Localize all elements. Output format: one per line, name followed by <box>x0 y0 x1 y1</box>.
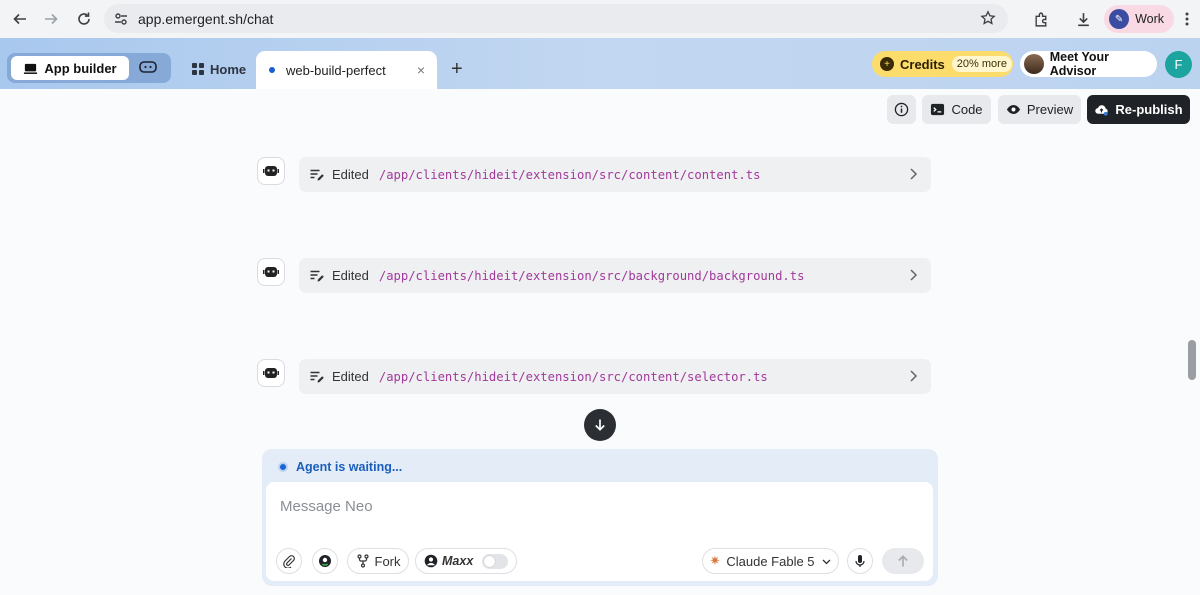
app-builder-toggle[interactable]: App builder <box>11 56 129 80</box>
maxx-label: Maxx <box>442 554 474 568</box>
edit-label: Edited <box>332 369 369 384</box>
laptop-icon <box>24 63 38 74</box>
edit-file-path: /app/clients/hideit/extension/src/conten… <box>378 369 768 384</box>
message-input[interactable] <box>280 494 910 518</box>
arrow-up-icon <box>898 555 908 567</box>
credits-button[interactable]: + Credits 20% more <box>872 51 1013 77</box>
model-label: Claude Fable 5 <box>726 553 815 569</box>
scroll-to-bottom-button[interactable] <box>584 409 616 441</box>
extensions-icon[interactable] <box>1026 4 1056 34</box>
republish-button-label: Re-publish <box>1115 102 1183 117</box>
chevron-down-icon <box>822 559 830 564</box>
advisor-avatar <box>1024 54 1044 74</box>
edit-entry[interactable]: Edited /app/clients/hideit/extension/src… <box>299 157 931 192</box>
fork-icon <box>356 554 369 568</box>
edit-entry[interactable]: Edited /app/clients/hideit/extension/src… <box>299 359 931 394</box>
edit-label: Edited <box>332 167 369 182</box>
message-composer: Agent is waiting... Fork Maxx ✷ Claude F… <box>262 449 938 586</box>
page-scrollbar[interactable] <box>1188 340 1196 380</box>
republish-button[interactable]: Re-publish <box>1087 95 1190 124</box>
browser-actions: ✎ Work <box>1014 0 1200 38</box>
model-selector[interactable]: ✷ Claude Fable 5 <box>702 548 839 574</box>
agent-avatar <box>257 258 285 286</box>
maxx-toggle[interactable]: Maxx <box>415 548 517 574</box>
edit-file-icon <box>309 167 325 183</box>
coin-icon: + <box>880 57 894 71</box>
download-icon[interactable] <box>1068 4 1098 34</box>
code-button[interactable]: Code <box>922 95 991 124</box>
chat-mode-toggle[interactable] <box>137 59 159 77</box>
github-button[interactable] <box>312 548 338 574</box>
edit-entry[interactable]: Edited /app/clients/hideit/extension/src… <box>299 258 931 293</box>
site-settings-icon[interactable] <box>113 11 129 27</box>
fork-label: Fork <box>374 553 401 569</box>
preview-button[interactable]: Preview <box>998 95 1081 124</box>
status-dot <box>278 462 288 472</box>
home-tab[interactable]: Home <box>191 59 246 79</box>
back-arrow-icon[interactable] <box>5 4 35 34</box>
fork-button[interactable]: Fork <box>347 548 409 574</box>
more-vertical-icon[interactable] <box>1174 4 1200 34</box>
mode-switch: App builder <box>7 53 171 83</box>
chevron-right-icon <box>907 167 919 181</box>
profile-avatar-icon: ✎ <box>1109 9 1130 29</box>
home-tab-label: Home <box>210 61 247 77</box>
app-builder-label: App builder <box>44 60 117 76</box>
advisor-label: Meet Your Advisor <box>1049 50 1109 78</box>
sparkle-icon: ✷ <box>709 553 721 568</box>
code-button-label: Code <box>951 102 983 117</box>
forward-arrow-icon[interactable] <box>36 4 66 34</box>
edit-file-icon <box>309 268 325 284</box>
microphone-button[interactable] <box>847 548 873 574</box>
app-header: App builder Home web-build-perfect × + +… <box>0 38 1200 89</box>
eye-icon <box>1006 105 1020 114</box>
chevron-right-icon <box>907 268 919 282</box>
url-text[interactable]: app.emergent.sh/chat <box>138 11 273 27</box>
credits-badge: 20% more <box>951 56 1012 72</box>
attach-button[interactable] <box>276 548 302 574</box>
grid-icon <box>192 63 204 75</box>
profile-button[interactable]: ✎ Work <box>1104 5 1174 33</box>
tab-web-build-perfect[interactable]: web-build-perfect × <box>256 51 437 89</box>
robot-icon <box>263 267 279 277</box>
maxx-switch[interactable] <box>482 553 509 569</box>
edit-file-path: /app/clients/hideit/extension/src/backgr… <box>378 268 805 283</box>
agent-avatar <box>257 157 285 185</box>
edit-label: Edited <box>332 268 369 283</box>
agent-status-text: Agent is waiting... <box>296 460 403 474</box>
paperclip-icon <box>283 555 295 568</box>
address-bar[interactable]: app.emergent.sh/chat <box>104 4 1008 33</box>
credits-label: Credits <box>900 56 945 72</box>
edit-file-path: /app/clients/hideit/extension/src/conten… <box>378 167 761 182</box>
composer-input-area: Fork Maxx ✷ Claude Fable 5 <box>266 482 933 581</box>
reload-icon[interactable] <box>69 4 99 34</box>
user-avatar[interactable]: F <box>1165 51 1192 78</box>
tab-label: web-build-perfect <box>286 62 386 78</box>
github-icon <box>319 555 331 567</box>
agent-avatar <box>257 359 285 387</box>
info-icon <box>894 102 909 117</box>
bookmark-star-icon[interactable] <box>980 10 996 26</box>
arrow-down-icon <box>595 419 605 431</box>
tab-status-dot <box>269 67 275 73</box>
browser-toolbar: app.emergent.sh/chat ✎ Work <box>0 0 1200 38</box>
terminal-icon <box>931 103 945 116</box>
meet-advisor-button[interactable]: Meet Your Advisor <box>1020 50 1157 78</box>
preview-button-label: Preview <box>1026 102 1074 117</box>
microphone-icon <box>855 555 865 567</box>
profile-label: Work <box>1135 12 1164 26</box>
chevron-right-icon <box>907 369 919 383</box>
robot-icon <box>263 166 279 176</box>
send-button[interactable] <box>882 548 924 574</box>
cloud-upload-icon <box>1095 105 1109 116</box>
chat-bubble-icon <box>139 61 157 73</box>
add-tab-button[interactable]: + <box>451 59 463 79</box>
info-button[interactable] <box>887 95 916 124</box>
edit-file-icon <box>309 369 325 385</box>
maxx-icon <box>424 554 438 568</box>
maxx-switch-knob <box>484 555 496 567</box>
agent-status: Agent is waiting... <box>278 460 402 474</box>
robot-icon <box>263 368 279 378</box>
close-icon[interactable]: × <box>417 62 425 78</box>
